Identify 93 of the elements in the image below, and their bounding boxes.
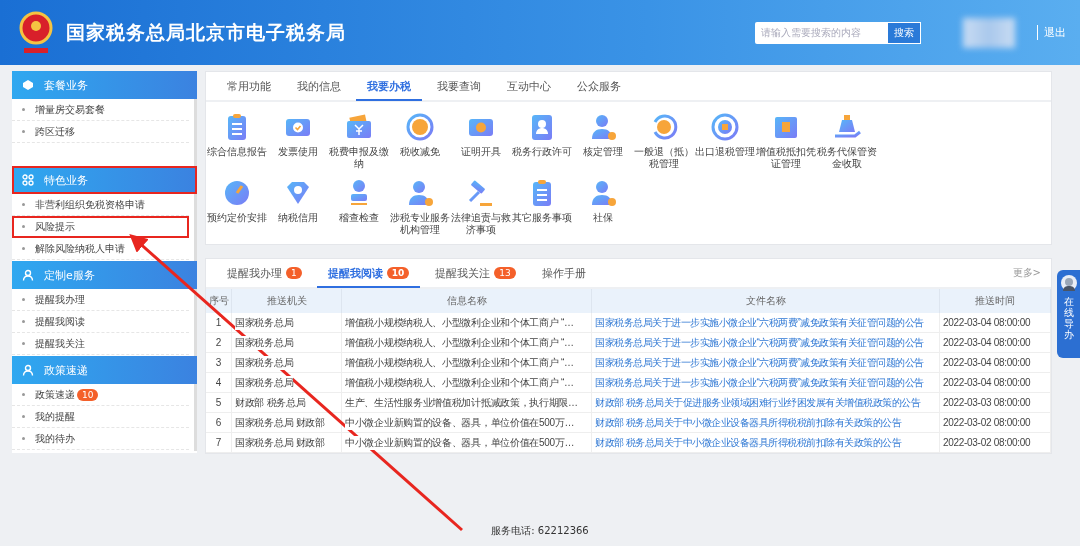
sidebar-item[interactable]: 跨区迁移 — [12, 121, 189, 143]
sidebar-item[interactable]: 我的提醒 — [12, 406, 189, 428]
table-cell: 2022-03-04 08:00:00 — [940, 313, 1051, 333]
coin-icon[interactable] — [404, 112, 435, 142]
emblem-icon — [18, 9, 54, 56]
sidebar-item[interactable]: 非营利组织免税资格申请 — [12, 194, 189, 216]
service-label[interactable]: 增值税抵扣凭证管理 — [755, 146, 816, 170]
section-icon — [22, 364, 34, 376]
table-cell: 中小微企业新购置的设备、器具，单位价值在500万… — [342, 433, 592, 453]
service-label[interactable]: 稽查检查 — [328, 212, 389, 224]
service-label[interactable]: 综合信息报告 — [206, 146, 267, 158]
tab[interactable]: 提醒我办理 1 — [216, 260, 313, 288]
section-title: 特色业务 — [44, 172, 88, 188]
site-title: 国家税务总局北京市电子税务局 — [66, 19, 347, 45]
table-cell: 国家税务总局 财政部 — [232, 413, 342, 433]
table-cell: 增值税小规模纳税人、小型微利企业和个体工商户 “… — [342, 373, 592, 393]
table-cell: 财政部 税务总局 — [232, 393, 342, 413]
section-title: 定制e服务 — [44, 267, 95, 283]
service-label[interactable]: 税务代保管资金收取 — [816, 146, 877, 170]
service-label[interactable]: 预约定价安排 — [206, 212, 267, 224]
service-label[interactable]: 涉税专业服务机构管理 — [389, 212, 450, 236]
column-header: 推送时间 — [940, 289, 1051, 313]
sidebar-item[interactable]: 增量房交易套餐 — [12, 99, 189, 121]
section-title: 套餐业务 — [44, 77, 88, 93]
service-label[interactable]: 社保 — [572, 212, 633, 224]
online-guide-button[interactable]: 在线导办 — [1057, 270, 1080, 358]
sidebar-item[interactable]: 风险提示 — [12, 216, 189, 238]
sidebar-item[interactable]: 解除风险纳税人申请 — [12, 238, 189, 260]
table-cell: 增值税小规模纳税人、小型微利企业和个体工商户 “… — [342, 353, 592, 373]
table-cell: 国家税务总局 — [232, 333, 342, 353]
table-cell: 中小微企业新购置的设备、器具，单位价值在500万… — [342, 413, 592, 433]
sidebar-item[interactable]: 政策速递 10 — [12, 384, 189, 406]
service-phone: 服务电话: 62212366 — [490, 524, 590, 538]
tab[interactable]: 操作手册 — [530, 260, 597, 288]
tab[interactable]: 常用功能 — [216, 73, 282, 101]
table-cell: 7 — [206, 433, 232, 453]
section-icon — [22, 269, 34, 281]
table-cell: 2022-03-02 08:00:00 — [940, 413, 1051, 433]
count-badge: 13 — [494, 267, 516, 279]
tab[interactable]: 我的信息 — [286, 73, 352, 101]
table-cell: 2022-03-02 08:00:00 — [940, 433, 1051, 453]
table-cell: 生产、生活性服务业增值税加计抵减政策，执行期限… — [342, 393, 592, 413]
sidebar-item[interactable]: 提醒我阅读 — [12, 311, 189, 333]
table-cell: 国家税务总局 — [232, 373, 342, 393]
count-badge: 1 — [286, 267, 302, 279]
table-cell: 6 — [206, 413, 232, 433]
table-cell: 增值税小规模纳税人、小型微利企业和个体工商户 “… — [342, 313, 592, 333]
table-cell: 5 — [206, 393, 232, 413]
tab[interactable]: 互动中心 — [496, 73, 562, 101]
globe-icon[interactable] — [709, 112, 740, 142]
tab[interactable]: 我要查询 — [426, 73, 492, 101]
service-label[interactable]: 核定管理 — [572, 146, 633, 158]
section-title: 政策速递 — [44, 362, 88, 378]
sidebar-item[interactable]: 我的待办 — [12, 428, 189, 450]
avatar-icon — [1059, 274, 1078, 292]
table-cell: 4 — [206, 373, 232, 393]
table-cell: 2022-03-04 08:00:00 — [940, 353, 1051, 373]
service-label[interactable]: 一般退（抵）税管理 — [633, 146, 694, 170]
table-cell: 国家税务总局 财政部 — [232, 433, 342, 453]
service-label[interactable]: 发票使用 — [267, 146, 328, 158]
tab[interactable]: 我要办税 — [356, 73, 422, 101]
service-label[interactable]: 出口退税管理 — [694, 146, 755, 158]
table-cell: 2 — [206, 333, 232, 353]
tab[interactable]: 公众服务 — [566, 73, 632, 101]
search-button[interactable]: 搜索 — [887, 21, 921, 44]
table-cell: 3 — [206, 353, 232, 373]
table-cell: 2022-03-03 08:00:00 — [940, 393, 1051, 413]
service-label[interactable]: 纳税信用 — [267, 212, 328, 224]
table-cell: 国家税务总局 — [232, 313, 342, 333]
count-badge: 10 — [77, 388, 99, 401]
table-cell: 增值税小规模纳税人、小型微利企业和个体工商户 “… — [342, 333, 592, 353]
table-cell: 2022-03-04 08:00:00 — [940, 373, 1051, 393]
column-header: 序号 — [206, 289, 232, 313]
service-label[interactable]: 税费申报及缴纳 — [328, 146, 389, 170]
service-label[interactable]: 证明开具 — [450, 146, 511, 158]
sidebar-item[interactable]: 提醒我办理 — [12, 289, 189, 311]
table-cell: 国家税务总局 — [232, 353, 342, 373]
search-field[interactable]: 请输入需要搜索的内容 — [755, 21, 887, 44]
section-icon — [22, 174, 34, 186]
count-badge: 10 — [386, 267, 410, 279]
service-label[interactable]: 税务行政许可 — [511, 146, 572, 158]
table-cell: 1 — [206, 313, 232, 333]
column-header: 文件名称 — [592, 289, 940, 313]
column-header: 推送机关 — [232, 289, 342, 313]
table-cell: 2022-03-04 08:00:00 — [940, 333, 1051, 353]
section-icon — [22, 79, 34, 91]
blurred-username — [963, 17, 1015, 48]
column-header: 信息名称 — [342, 289, 592, 313]
service-label[interactable]: 税收减免 — [389, 146, 450, 158]
sidebar-item[interactable]: 提醒我关注 — [12, 333, 189, 355]
service-label[interactable]: 法律追责与救济事项 — [450, 212, 511, 236]
tab[interactable]: 提醒我关注 13 — [424, 260, 527, 288]
service-label[interactable]: 其它服务事项 — [511, 212, 572, 224]
